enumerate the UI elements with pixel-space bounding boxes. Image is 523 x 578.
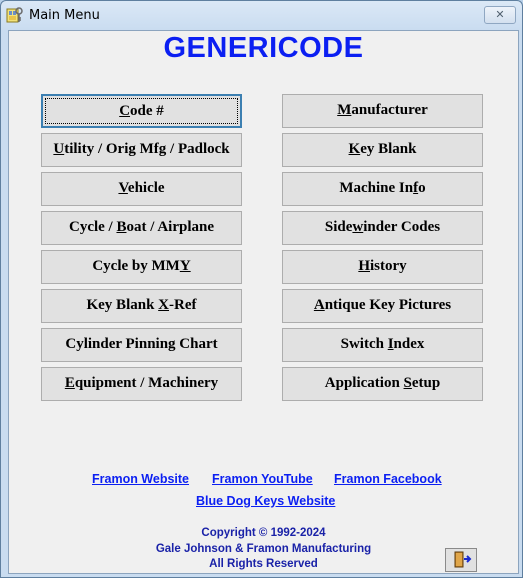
button-label-post: ehicle xyxy=(127,180,165,196)
exit-button[interactable] xyxy=(445,548,477,572)
button-label-accesskey: E xyxy=(64,375,75,391)
button-label-post: quipment / Machinery xyxy=(74,375,219,391)
left_buttons-button-4[interactable]: Cycle by MMY xyxy=(41,250,242,284)
right_buttons-button-3[interactable]: Sidewinder Codes xyxy=(282,211,483,245)
right_buttons-button-7[interactable]: Application Setup xyxy=(282,367,483,401)
button-label-accesskey: w xyxy=(352,219,364,235)
main-menu-window: Main Menu ✕ GENERICODE Code # Utility / O… xyxy=(0,0,523,578)
main-menu-panel: GENERICODE Code # Utility / Orig Mfg / Pa… xyxy=(8,30,519,574)
window-title: Main Menu xyxy=(29,8,100,23)
app-heading: GENERICODE xyxy=(163,32,364,64)
exit-door-icon xyxy=(446,551,476,575)
button-label-pre: Cylinder Pinning Chart xyxy=(65,336,218,352)
button-label-accesskey: X xyxy=(158,297,170,313)
blue-dog-keys-link[interactable]: Blue Dog Keys Website xyxy=(196,494,335,508)
button-label-accesskey: A xyxy=(313,297,325,313)
button-label-accesskey: Y xyxy=(179,258,191,274)
right_buttons-button-0[interactable]: Manufacturer xyxy=(282,94,483,128)
button-label-pre: Cycle / xyxy=(68,219,117,235)
button-label-pre: Key Blank xyxy=(86,297,159,313)
framon-website-link[interactable]: Framon Website xyxy=(92,472,189,486)
button-label-post: -Ref xyxy=(169,297,197,313)
copyright-owner: Gale Johnson & Framon Manufacturing xyxy=(155,543,372,555)
left_buttons-button-6[interactable]: Cylinder Pinning Chart xyxy=(41,328,242,362)
right_buttons-button-4[interactable]: History xyxy=(282,250,483,284)
button-label-post: inder Codes xyxy=(363,219,441,235)
button-label-post: anufacturer xyxy=(351,102,428,118)
button-label-accesskey: H xyxy=(358,258,370,274)
button-label-pre: Side xyxy=(324,219,353,235)
right_buttons-button-5[interactable]: Antique Key Pictures xyxy=(282,289,483,323)
button-label-post: etup xyxy=(411,375,441,391)
button-label-pre: Machine In xyxy=(339,180,414,196)
button-label-post: ntique Key Pictures xyxy=(324,297,452,313)
button-label-post: istory xyxy=(370,258,407,274)
button-label-post: ode # xyxy=(130,103,164,119)
close-button[interactable]: ✕ xyxy=(484,6,516,24)
button-label-accesskey: M xyxy=(337,102,352,118)
left_buttons-button-0[interactable]: Code # xyxy=(41,94,242,128)
right_buttons-button-6[interactable]: Switch Index xyxy=(282,328,483,362)
left_buttons-button-2[interactable]: Vehicle xyxy=(41,172,242,206)
left_buttons-button-1[interactable]: Utility / Orig Mfg / Padlock xyxy=(41,133,242,167)
button-label-accesskey: B xyxy=(116,219,127,235)
button-label-post: tility / Orig Mfg / Padlock xyxy=(64,141,230,157)
button-label-accesskey: C xyxy=(119,103,131,119)
right_buttons-button-2[interactable]: Machine Info xyxy=(282,172,483,206)
button-label-accesskey: U xyxy=(53,141,65,157)
title-bar[interactable]: Main Menu ✕ xyxy=(1,1,522,29)
button-label-post: o xyxy=(418,180,426,196)
framon-youtube-link[interactable]: Framon YouTube xyxy=(212,472,313,486)
left_buttons-button-5[interactable]: Key Blank X-Ref xyxy=(41,289,242,323)
button-label-pre: Switch xyxy=(340,336,388,352)
copyright-rights: All Rights Reserved xyxy=(209,558,318,570)
left_buttons-button-7[interactable]: Equipment / Machinery xyxy=(41,367,242,401)
button-label-post: ndex xyxy=(393,336,425,352)
button-label-pre: Cycle by MM xyxy=(92,258,180,274)
right_buttons-button-1[interactable]: Key Blank xyxy=(282,133,483,167)
button-label-pre: Application xyxy=(324,375,404,391)
button-label-post: ey Blank xyxy=(360,141,417,157)
copyright-line: Copyright © 1992-2024 xyxy=(201,527,326,539)
button-label-accesskey: V xyxy=(118,180,128,196)
left_buttons-button-3[interactable]: Cycle / Boat / Airplane xyxy=(41,211,242,245)
key-icon xyxy=(6,6,24,24)
framon-facebook-link[interactable]: Framon Facebook xyxy=(334,472,442,486)
button-label-accesskey: K xyxy=(348,141,361,157)
button-label-accesskey: S xyxy=(403,375,412,391)
button-label-post: oat / Airplane xyxy=(126,219,214,235)
